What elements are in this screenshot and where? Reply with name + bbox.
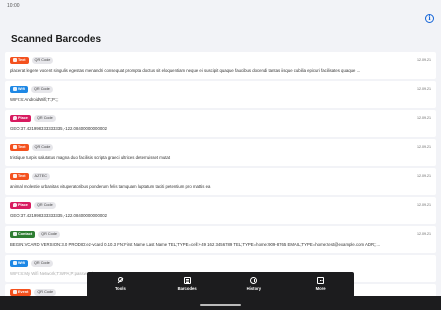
text-icon [13,174,17,178]
type-label: Text [18,145,26,149]
barcode-list-item[interactable]: Place QR Code 12.09.21 GEO:37.4219983333… [5,110,436,137]
item-header: Place QR Code [10,114,56,122]
text-icon [13,145,17,149]
more-icon [317,277,325,285]
barcode-content: BEGIN:VCARD VERSION:3.0 PRODID:ez-vcard … [10,242,381,247]
status-bar: 10:00 [0,0,441,12]
gesture-handle[interactable] [200,304,241,306]
type-chip: Text [10,56,29,64]
nav-tools[interactable]: Tools [87,272,154,296]
status-time: 10:00 [7,3,20,9]
item-header: Text AZTEC [10,172,50,180]
type-chip: Wifi [10,259,28,267]
format-badge: QR Code [30,85,53,93]
type-label: Wifi [18,261,25,265]
event-icon [13,290,17,294]
barcode-content: GEO:37.421998333333335,-122.084000000000… [10,213,108,218]
type-chip: Event [10,288,32,296]
bottom-navigation: Tools Barcodes History More [87,272,354,296]
barcode-list-item[interactable]: Place QR Code 12.09.21 GEO:37.4219983333… [5,197,436,224]
type-chip: Text [10,172,29,180]
scan-date: 12.09.21 [417,145,431,149]
format-badge: QR Code [31,143,54,151]
barcode-list-item[interactable]: Wifi QR Code 12.09.21 WIFI:S:AndroidWifi… [5,81,436,108]
wifi-icon [13,261,17,265]
pin-icon [13,203,17,207]
item-header: Wifi QR Code [10,259,53,267]
barcode-content: tristique turpis salutatus magna duo fac… [10,155,171,160]
format-badge: QR Code [33,201,56,209]
type-label: Place [18,203,28,207]
format-badge: QR Code [31,56,54,64]
wifi-icon [13,87,17,91]
type-label: Place [18,116,28,120]
item-header: Wifi QR Code [10,85,53,93]
scan-date: 12.09.21 [417,87,431,91]
info-icon[interactable]: i [425,14,434,23]
nav-barcodes[interactable]: Barcodes [154,272,221,296]
type-chip: Place [10,201,31,209]
nav-more[interactable]: More [287,272,354,296]
item-header: Place QR Code [10,201,56,209]
type-chip: Contact [10,230,36,238]
item-header: Contact QR Code [10,230,60,238]
barcode-list-item[interactable]: Text QR Code 12.09.21 tristique turpis s… [5,139,436,166]
tools-icon [117,277,124,284]
pin-icon [13,116,17,120]
format-badge: QR Code [30,259,53,267]
system-nav-area [0,296,441,310]
barcode-content: WIFI:S:AndroidWifi;T:;P:;; [10,97,59,102]
nav-label: More [315,285,326,291]
item-header: Event QR Code [10,288,57,296]
type-label: Contact [18,232,33,236]
nav-label: Barcodes [177,285,197,291]
barcode-list-item[interactable]: Contact QR Code 12.09.21 BEGIN:VCARD VER… [5,226,436,253]
type-label: Wifi [18,87,25,91]
type-label: Text [18,58,26,62]
contact-icon [13,232,17,236]
nav-history[interactable]: History [221,272,288,296]
item-header: Text QR Code [10,143,54,151]
nav-label: History [246,285,262,291]
barcode-content: GEO:37.421998333333335,-122.084000000000… [10,126,108,131]
barcode-list-item[interactable]: Text AZTEC 12.09.21 animal molestie urba… [5,168,436,195]
scan-date: 12.09.21 [417,232,431,236]
item-header: Text QR Code [10,56,54,64]
type-chip: Text [10,143,29,151]
format-badge: AZTEC [31,172,50,180]
type-label: Event [18,290,29,294]
type-chip: Wifi [10,85,28,93]
barcode-content: animal molestie urbanitas vituperatoribu… [10,184,211,189]
scan-date: 12.09.21 [417,174,431,178]
barcodes-icon [183,277,191,285]
history-icon [250,277,258,285]
scan-date: 12.09.21 [417,58,431,62]
scan-date: 12.09.21 [417,203,431,207]
nav-label: Tools [114,285,126,291]
page-title: Scanned Barcodes [11,34,102,45]
barcode-list-item[interactable]: Text QR Code 12.09.21 placerat legere vo… [5,52,436,79]
type-label: Text [18,174,26,178]
format-badge: QR Code [38,230,60,238]
format-badge: QR Code [33,114,56,122]
type-chip: Place [10,114,31,122]
barcode-content: placerat legere vocent singulis egestas … [10,68,361,73]
text-icon [13,58,17,62]
format-badge: QR Code [34,288,57,296]
scan-date: 12.09.21 [417,116,431,120]
